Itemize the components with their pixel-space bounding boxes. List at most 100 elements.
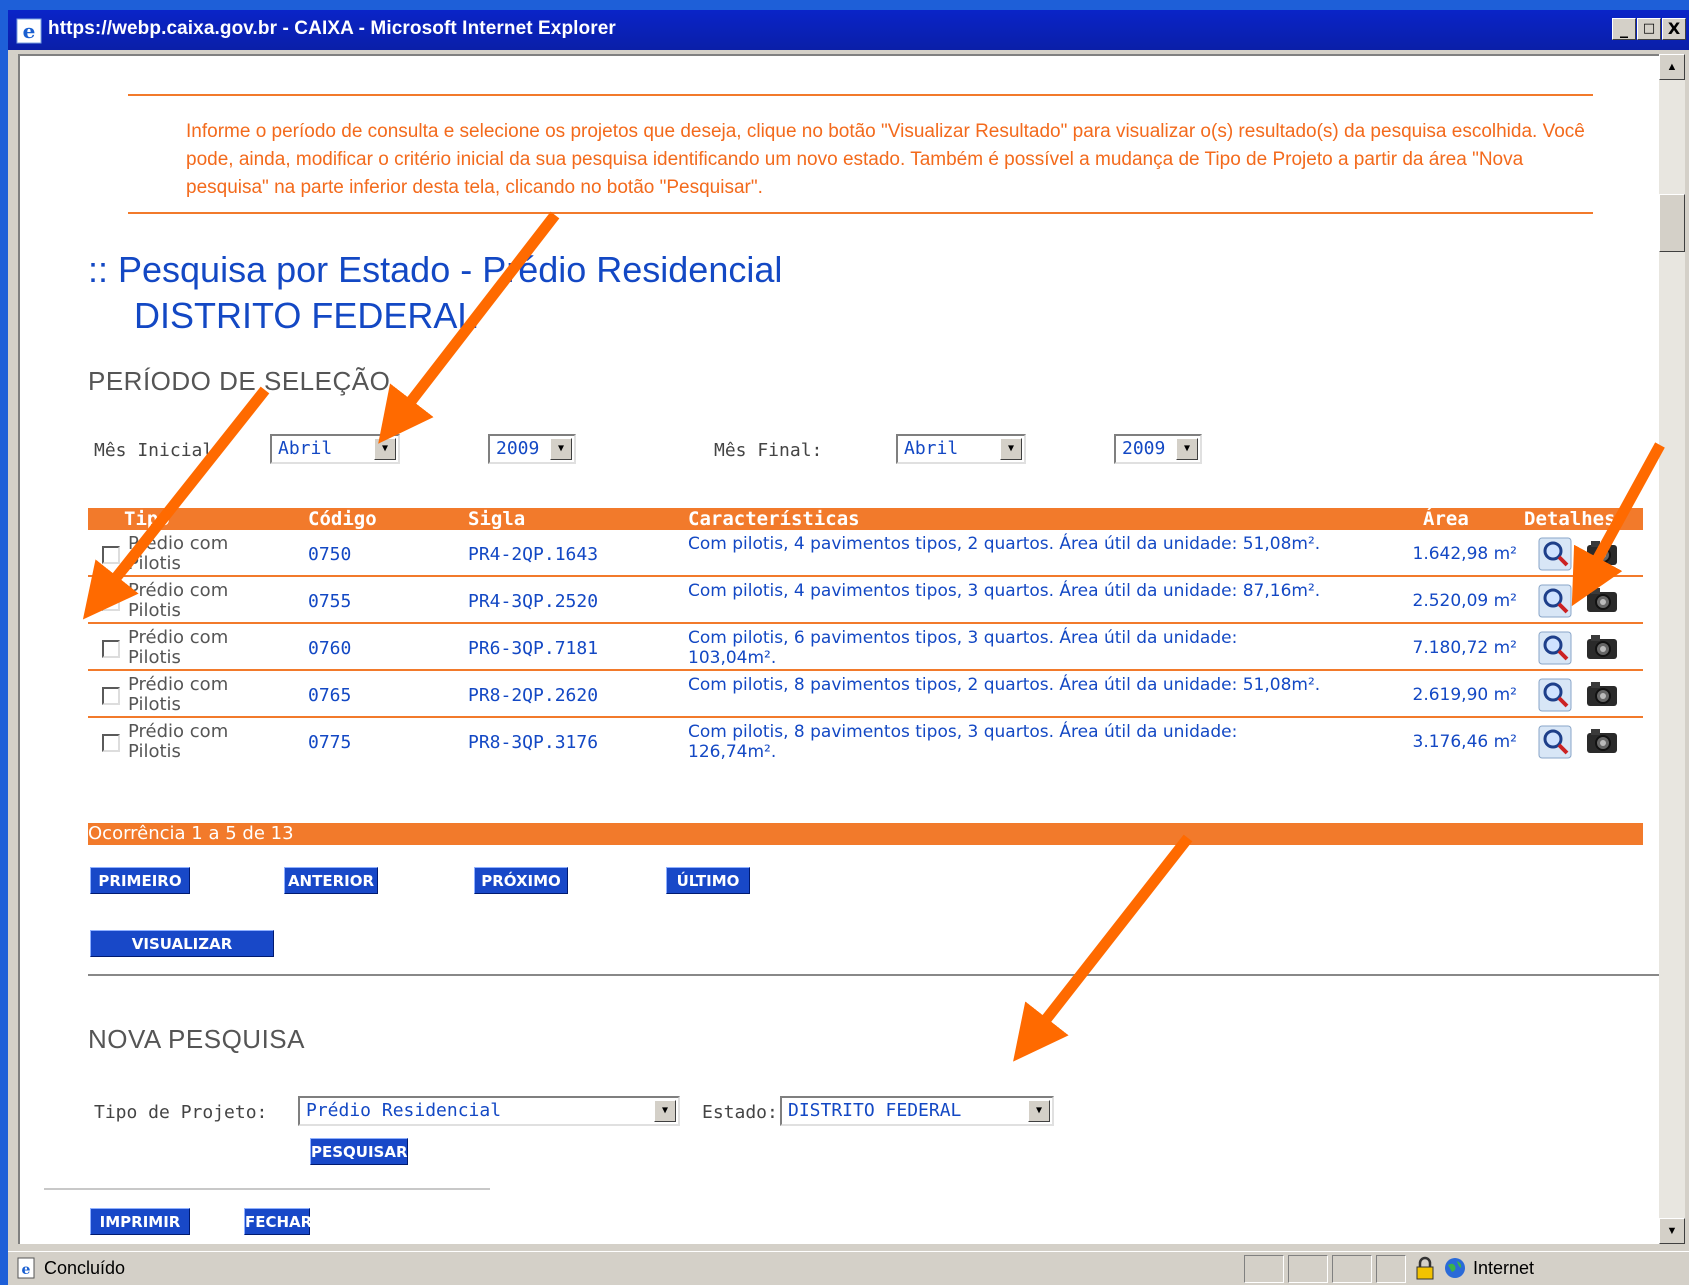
status-pane bbox=[1288, 1255, 1328, 1283]
ano-inicial-value: 2009 bbox=[496, 438, 540, 459]
periodo-heading: PERÍODO DE SELEÇÃO bbox=[88, 366, 391, 396]
proximo-button[interactable]: PRÓXIMO bbox=[474, 867, 568, 894]
row-area: 2.520,09 m² bbox=[1412, 591, 1517, 611]
row-codigo: 0750 bbox=[308, 544, 352, 565]
row-checkbox[interactable]: ✓ bbox=[102, 593, 120, 611]
mes-final-select[interactable]: Abril ▼ bbox=[896, 434, 1026, 464]
mes-inicial-value: Abril bbox=[278, 438, 333, 459]
actions-divider bbox=[44, 1188, 490, 1190]
dropdown-arrow-icon[interactable]: ▼ bbox=[1176, 438, 1198, 460]
row-checkbox[interactable] bbox=[102, 687, 120, 705]
row-caracteristicas[interactable]: Com pilotis, 4 pavimentos tipos, 3 quart… bbox=[688, 581, 1328, 601]
camera-icon[interactable] bbox=[1585, 726, 1619, 756]
magnifier-icon[interactable] bbox=[1538, 537, 1572, 571]
anterior-button[interactable]: ANTERIOR bbox=[284, 867, 378, 894]
notice-bottom-rule bbox=[128, 212, 1593, 214]
dropdown-arrow-icon[interactable]: ▼ bbox=[374, 438, 396, 460]
camera-icon[interactable] bbox=[1585, 679, 1619, 709]
row-caracteristicas[interactable]: Com pilotis, 8 pavimentos tipos, 2 quart… bbox=[688, 675, 1328, 695]
dropdown-arrow-icon[interactable]: ▼ bbox=[550, 438, 572, 460]
globe-icon bbox=[1445, 1258, 1465, 1278]
ultimo-button[interactable]: ÚLTIMO bbox=[666, 867, 750, 894]
table-row: ✓ Prédio com Pilotis 0755 PR4-3QP.2520 C… bbox=[88, 577, 1643, 624]
scroll-down-arrow-icon[interactable]: ▼ bbox=[1659, 1218, 1685, 1244]
row-codigo: 0755 bbox=[308, 591, 352, 612]
ano-inicial-select[interactable]: 2009 ▼ bbox=[488, 434, 576, 464]
row-checkbox[interactable] bbox=[102, 640, 120, 658]
row-sigla: PR6-3QP.7181 bbox=[468, 638, 599, 659]
row-caracteristicas[interactable]: Com pilotis, 4 pavimentos tipos, 2 quart… bbox=[688, 534, 1328, 554]
col-codigo: Código bbox=[308, 508, 377, 530]
close-button[interactable]: X bbox=[1662, 18, 1686, 40]
col-caracteristicas: Características bbox=[688, 508, 860, 530]
internet-explorer-icon: e bbox=[16, 18, 42, 44]
title-bar[interactable]: e https://webp.caixa.gov.br - CAIXA - Mi… bbox=[8, 10, 1689, 50]
page-done-icon: e bbox=[17, 1257, 35, 1279]
ano-final-select[interactable]: 2009 ▼ bbox=[1114, 434, 1202, 464]
svg-text:e: e bbox=[23, 19, 36, 43]
page-viewport: Informe o período de consulta e selecion… bbox=[18, 54, 1673, 1244]
tipo-projeto-label: Tipo de Projeto: bbox=[94, 1102, 268, 1123]
notice-top-rule bbox=[128, 94, 1593, 96]
row-checkbox[interactable] bbox=[102, 734, 120, 752]
table-row: Prédio com Pilotis 0750 PR4-2QP.1643 Com… bbox=[88, 530, 1643, 577]
row-caracteristicas[interactable]: Com pilotis, 8 pavimentos tipos, 3 quart… bbox=[688, 722, 1328, 762]
nova-pesquisa-heading: NOVA PESQUISA bbox=[88, 1024, 305, 1054]
row-tipo: Prédio com Pilotis bbox=[128, 627, 229, 668]
row-codigo: 0775 bbox=[308, 732, 352, 753]
fechar-button[interactable]: FECHAR bbox=[244, 1208, 312, 1235]
dropdown-arrow-icon[interactable]: ▼ bbox=[1028, 1100, 1050, 1122]
row-tipo: Prédio com Pilotis bbox=[128, 721, 229, 762]
col-detalhes: Detalhes bbox=[1524, 508, 1616, 530]
camera-icon[interactable] bbox=[1585, 585, 1619, 615]
mes-final-label: Mês Final: bbox=[714, 440, 823, 461]
row-caracteristicas[interactable]: Com pilotis, 6 pavimentos tipos, 3 quart… bbox=[688, 628, 1328, 668]
scroll-up-arrow-icon[interactable]: ▲ bbox=[1659, 54, 1685, 80]
row-sigla: PR4-2QP.1643 bbox=[468, 544, 599, 565]
primeiro-button[interactable]: PRIMEIRO bbox=[90, 867, 190, 894]
mes-inicial-label: Mês Inicial: bbox=[94, 440, 225, 461]
minimize-button[interactable]: _ bbox=[1612, 18, 1636, 40]
svg-text:e: e bbox=[22, 1262, 31, 1278]
scroll-thumb[interactable] bbox=[1659, 194, 1685, 252]
status-pane bbox=[1244, 1255, 1284, 1283]
browser-window: e https://webp.caixa.gov.br - CAIXA - Mi… bbox=[0, 0, 1689, 1285]
magnifier-icon[interactable] bbox=[1538, 725, 1572, 759]
magnifier-icon[interactable] bbox=[1538, 678, 1572, 712]
row-codigo: 0760 bbox=[308, 638, 352, 659]
mes-inicial-select[interactable]: Abril ▼ bbox=[270, 434, 400, 464]
magnifier-icon[interactable] bbox=[1538, 631, 1572, 665]
col-tipo: Tipo bbox=[124, 508, 170, 530]
status-pane bbox=[1332, 1255, 1372, 1283]
magnifier-icon[interactable] bbox=[1538, 584, 1572, 618]
vertical-scrollbar[interactable]: ▲ ▼ bbox=[1659, 54, 1685, 1244]
camera-icon[interactable] bbox=[1585, 632, 1619, 662]
status-text: Concluído bbox=[44, 1258, 126, 1278]
estado-select[interactable]: DISTRITO FEDERAL ▼ bbox=[780, 1096, 1054, 1126]
row-tipo: Prédio com Pilotis bbox=[128, 533, 229, 574]
section-divider bbox=[88, 974, 1673, 976]
imprimir-button[interactable]: IMPRIMIR bbox=[90, 1208, 190, 1235]
table-row: Prédio com Pilotis 0760 PR6-3QP.7181 Com… bbox=[88, 624, 1643, 671]
status-pane bbox=[1376, 1255, 1406, 1283]
page-title: :: Pesquisa por Estado - Prédio Residenc… bbox=[88, 249, 783, 290]
pesquisar-button[interactable]: PESQUISAR bbox=[310, 1138, 408, 1165]
visualizar-relatorio-button[interactable]: VISUALIZAR RELATÓRIO bbox=[90, 930, 274, 980]
row-tipo: Prédio com Pilotis bbox=[128, 674, 229, 715]
table-row: Prédio com Pilotis 0765 PR8-2QP.2620 Com… bbox=[88, 671, 1643, 718]
row-checkbox[interactable] bbox=[102, 546, 120, 564]
col-sigla: Sigla bbox=[468, 508, 526, 530]
dropdown-arrow-icon[interactable]: ▼ bbox=[654, 1100, 676, 1122]
security-zone-text: Internet bbox=[1473, 1258, 1535, 1278]
estado-label: Estado: bbox=[702, 1102, 778, 1123]
camera-icon[interactable] bbox=[1585, 538, 1619, 568]
row-tipo: Prédio com Pilotis bbox=[128, 580, 229, 621]
table-row: Prédio com Pilotis 0775 PR8-3QP.3176 Com… bbox=[88, 718, 1643, 765]
maximize-button[interactable]: □ bbox=[1637, 18, 1661, 40]
results-table-header: Tipo Código Sigla Características Área D… bbox=[88, 508, 1643, 530]
instructions-notice: Informe o período de consulta e selecion… bbox=[186, 121, 1585, 198]
dropdown-arrow-icon[interactable]: ▼ bbox=[1000, 438, 1022, 460]
browser-client-area: Informe o período de consulta e selecion… bbox=[8, 50, 1689, 1251]
tipo-projeto-select[interactable]: Prédio Residencial ▼ bbox=[298, 1096, 680, 1126]
lock-icon bbox=[1416, 1256, 1434, 1280]
